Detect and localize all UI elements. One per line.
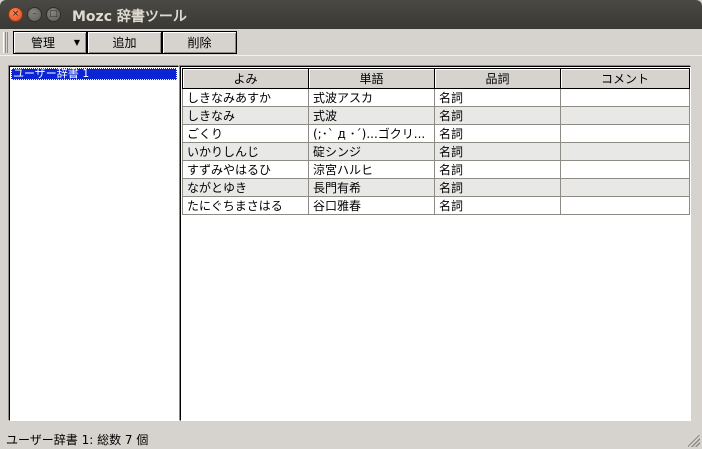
cell-word[interactable]: 式波 xyxy=(308,106,435,125)
table-row[interactable]: いかりしんじ 碇シンジ 名詞 xyxy=(182,142,690,161)
cell-reading[interactable]: ながとゆき xyxy=(182,178,309,197)
cell-comment[interactable] xyxy=(560,196,690,215)
table-row[interactable]: ながとゆき 長門有希 名詞 xyxy=(182,178,690,197)
table-row[interactable]: ごくり (;･` д ･´)...ゴクリ... 名詞 xyxy=(182,124,690,143)
delete-button-label: 削除 xyxy=(187,36,212,50)
manage-button-label: 管理 xyxy=(31,36,56,50)
status-text: ユーザー辞書 1: 総数 7 個 xyxy=(6,433,149,447)
table-header-row: よみ 単語 品詞 コメント xyxy=(182,68,690,89)
cell-word[interactable]: 長門有希 xyxy=(308,178,435,197)
table-row[interactable]: しきなみ 式波 名詞 xyxy=(182,106,690,125)
cell-part-of-speech[interactable]: 名詞 xyxy=(434,178,561,197)
window-title: Mozc 辞書ツール xyxy=(72,9,187,25)
cell-reading[interactable]: ごくり xyxy=(182,124,309,143)
cell-comment[interactable] xyxy=(560,142,690,161)
dictionary-list[interactable]: ユーザー辞書 1 xyxy=(9,66,179,421)
table-row[interactable]: たにぐちまさはる 谷口雅春 名詞 xyxy=(182,196,690,215)
manage-menu-button[interactable]: 管理 ▼ xyxy=(13,31,87,54)
cell-reading[interactable]: しきなみあすか xyxy=(182,88,309,107)
dictionary-list-item[interactable]: ユーザー辞書 1 xyxy=(11,68,177,80)
status-bar: ユーザー辞書 1: 総数 7 個 xyxy=(0,425,702,449)
cell-part-of-speech[interactable]: 名詞 xyxy=(434,106,561,125)
table-row[interactable]: しきなみあすか 式波アスカ 名詞 xyxy=(182,88,690,107)
title-bar: × – □ Mozc 辞書ツール xyxy=(0,0,702,29)
column-header-part-of-speech[interactable]: 品詞 xyxy=(434,68,561,89)
cell-comment[interactable] xyxy=(560,124,690,143)
close-window-button[interactable]: × xyxy=(8,7,23,22)
cell-word[interactable]: 碇シンジ xyxy=(308,142,435,161)
cell-reading[interactable]: しきなみ xyxy=(182,106,309,125)
resize-grip-icon[interactable] xyxy=(688,435,700,447)
cell-word[interactable]: (;･` д ･´)...ゴクリ... xyxy=(308,124,435,143)
cell-comment[interactable] xyxy=(560,178,690,197)
cell-part-of-speech[interactable]: 名詞 xyxy=(434,142,561,161)
column-header-comment[interactable]: コメント xyxy=(560,68,690,89)
minimize-window-button[interactable]: – xyxy=(27,7,42,22)
add-button-label: 追加 xyxy=(112,36,137,50)
cell-part-of-speech[interactable]: 名詞 xyxy=(434,196,561,215)
table-row[interactable]: すずみやはるひ 涼宮ハルヒ 名詞 xyxy=(182,160,690,179)
add-entry-button[interactable]: 追加 xyxy=(87,31,162,54)
cell-reading[interactable]: すずみやはるひ xyxy=(182,160,309,179)
cell-comment[interactable] xyxy=(560,88,690,107)
cell-comment[interactable] xyxy=(560,106,690,125)
toolbar: 管理 ▼ 追加 削除 xyxy=(0,29,702,56)
cell-part-of-speech[interactable]: 名詞 xyxy=(434,88,561,107)
delete-entry-button[interactable]: 削除 xyxy=(162,31,237,54)
cell-reading[interactable]: たにぐちまさはる xyxy=(182,196,309,215)
maximize-window-button[interactable]: □ xyxy=(46,7,61,22)
word-table-panel[interactable]: よみ 単語 品詞 コメント しきなみあすか 式波アスカ 名詞 しきなみ 式波 名… xyxy=(180,66,691,421)
cell-word[interactable]: 式波アスカ xyxy=(308,88,435,107)
cell-part-of-speech[interactable]: 名詞 xyxy=(434,160,561,179)
column-header-reading[interactable]: よみ xyxy=(182,68,309,89)
column-header-word[interactable]: 単語 xyxy=(308,68,435,89)
cell-part-of-speech[interactable]: 名詞 xyxy=(434,124,561,143)
dropdown-arrow-icon: ▼ xyxy=(73,38,80,47)
toolbar-grip-handle[interactable] xyxy=(3,32,8,53)
word-table: よみ 単語 品詞 コメント しきなみあすか 式波アスカ 名詞 しきなみ 式波 名… xyxy=(182,68,690,215)
cell-comment[interactable] xyxy=(560,160,690,179)
cell-word[interactable]: 谷口雅春 xyxy=(308,196,435,215)
cell-reading[interactable]: いかりしんじ xyxy=(182,142,309,161)
cell-word[interactable]: 涼宮ハルヒ xyxy=(308,160,435,179)
